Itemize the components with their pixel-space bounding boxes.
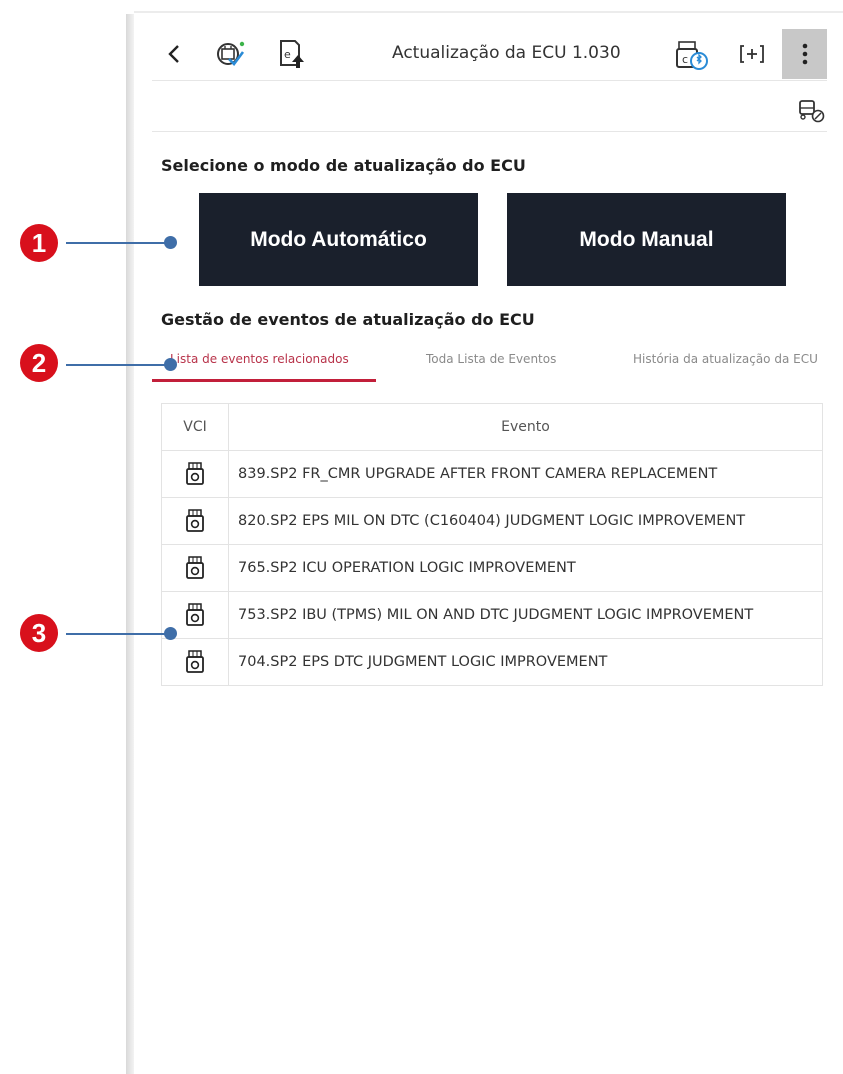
callout-1-dot: [164, 236, 177, 249]
table-row[interactable]: 820.SP2 EPS MIL ON DTC (C160404) JUDGMEN…: [162, 498, 822, 545]
ecu-upload-icon[interactable]: e: [274, 37, 308, 71]
callout-1-badge: 1: [20, 224, 58, 262]
tab-update-history[interactable]: História da atualização da ECU: [633, 352, 818, 366]
vci-icon: [162, 639, 229, 685]
table-row[interactable]: 704.SP2 EPS DTC JUDGMENT LOGIC IMPROVEME…: [162, 639, 822, 685]
vci-icon: [162, 451, 229, 497]
back-arrow-icon[interactable]: [162, 37, 186, 71]
frame-edge: [126, 14, 134, 1074]
svg-text:c: c: [682, 53, 688, 66]
topbar-divider: [152, 80, 827, 81]
vehicle-check-icon[interactable]: [794, 93, 828, 127]
app-screen: e Actualização da ECU 1.030 c Selecione …: [134, 13, 843, 1074]
ecu-check-icon[interactable]: [212, 37, 248, 71]
events-section-title: Gestão de eventos de atualização do ECU: [161, 310, 535, 329]
svg-text:e: e: [284, 48, 291, 61]
header-vci: VCI: [162, 404, 229, 450]
event-name: 765.SP2 ICU OPERATION LOGIC IMPROVEMENT: [238, 560, 576, 576]
header-event: Evento: [501, 419, 550, 435]
auto-mode-button[interactable]: Modo Automático: [199, 193, 478, 286]
callout-2-line: [66, 364, 170, 366]
callout-2-badge: 2: [20, 344, 58, 382]
callout-3-line: [66, 633, 170, 635]
tab-related-events[interactable]: Lista de eventos relacionados: [170, 352, 349, 366]
table-header: VCI Evento: [162, 404, 822, 451]
event-name: 839.SP2 FR_CMR UPGRADE AFTER FRONT CAMER…: [238, 466, 718, 482]
event-name: 753.SP2 IBU (TPMS) MIL ON AND DTC JUDGME…: [238, 607, 754, 623]
vci-icon: [162, 498, 229, 544]
more-vertical-icon[interactable]: [782, 29, 827, 79]
section-divider: [152, 131, 827, 132]
table-row[interactable]: 839.SP2 FR_CMR UPGRADE AFTER FRONT CAMER…: [162, 451, 822, 498]
manual-mode-button[interactable]: Modo Manual: [507, 193, 786, 286]
events-table: VCI Evento 839.SP2 FR_CMR UPGRADE AFTER …: [161, 403, 823, 686]
event-name: 820.SP2 EPS MIL ON DTC (C160404) JUDGMEN…: [238, 513, 746, 529]
scan-add-icon[interactable]: [737, 37, 767, 71]
event-name: 704.SP2 EPS DTC JUDGMENT LOGIC IMPROVEME…: [238, 654, 608, 670]
table-row[interactable]: 753.SP2 IBU (TPMS) MIL ON AND DTC JUDGME…: [162, 592, 822, 639]
vci-bluetooth-icon[interactable]: c: [672, 37, 712, 71]
callout-1-line: [66, 242, 170, 244]
vci-icon: [162, 545, 229, 591]
top-bar: e Actualização da ECU 1.030 c: [152, 23, 827, 85]
table-row[interactable]: 765.SP2 ICU OPERATION LOGIC IMPROVEMENT: [162, 545, 822, 592]
callout-2-dot: [164, 358, 177, 371]
tab-all-events[interactable]: Toda Lista de Eventos: [426, 352, 556, 366]
event-tabs: Lista de eventos relacionados Toda Lista…: [152, 343, 827, 385]
active-tab-indicator: [152, 379, 376, 382]
callout-3-badge: 3: [20, 614, 58, 652]
mode-section-title: Selecione o modo de atualização do ECU: [161, 156, 526, 175]
callout-3-dot: [164, 627, 177, 640]
page-title: Actualização da ECU 1.030: [392, 43, 621, 63]
